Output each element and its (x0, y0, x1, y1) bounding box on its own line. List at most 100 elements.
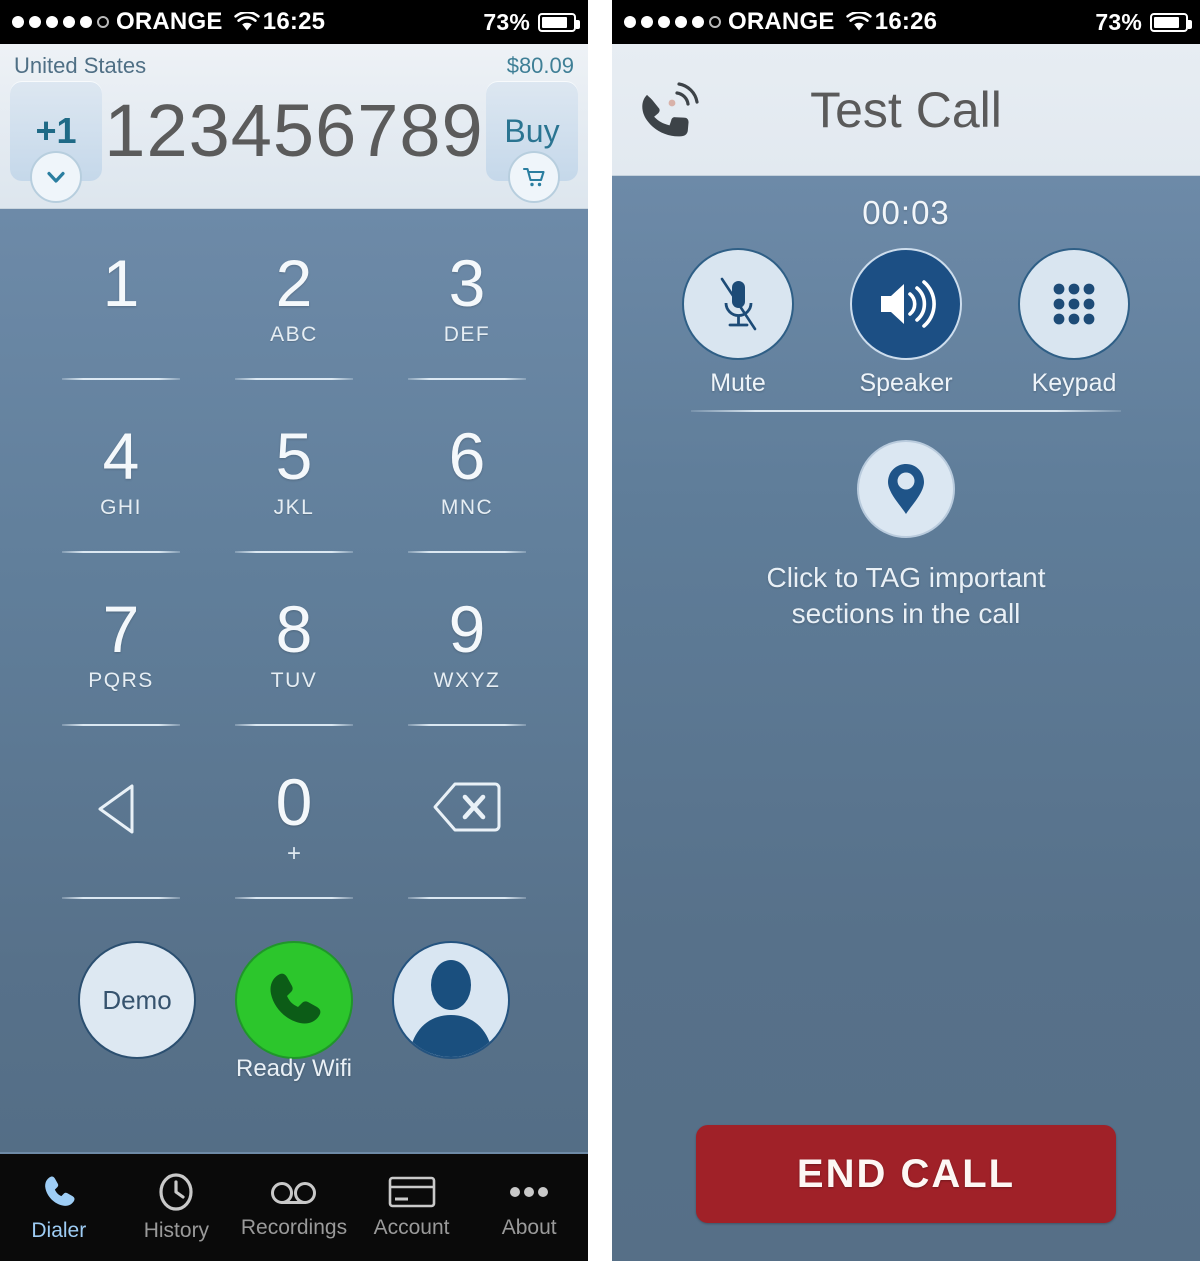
tag-button[interactable] (857, 440, 955, 538)
incall-screen: ORANGE 16:26 73% Test Call 00:03 Mute Sp… (612, 0, 1200, 1261)
phone-number-display[interactable]: 123456789 (102, 81, 486, 181)
tag-section: Click to TAG important sections in the c… (612, 440, 1200, 632)
speaker-button[interactable] (850, 248, 962, 360)
key-underline (62, 378, 180, 380)
keypad-row-2: 4 GHI 5 JKL 6 MNC (45, 410, 543, 583)
key-digit: 0 (275, 765, 313, 839)
incall-status-bar: ORANGE 16:26 73% (612, 0, 1200, 44)
country-label: United States (14, 53, 147, 78)
tab-recordings[interactable]: Recordings (235, 1154, 353, 1261)
key-6[interactable]: 6 MNC (391, 410, 543, 583)
key-letters: GHI (100, 496, 142, 519)
call-button[interactable] (235, 941, 353, 1059)
key-underline (62, 724, 180, 726)
tab-label: History (143, 1219, 210, 1242)
key-underline (235, 378, 353, 380)
key-3[interactable]: 3 DEF (391, 237, 543, 410)
key-digit: 6 (448, 419, 486, 493)
key-letters: MNC (440, 496, 494, 519)
speaker-loud-icon (875, 275, 937, 333)
keypad-control: Keypad (1018, 248, 1130, 398)
key-8[interactable]: 8 TUV (218, 583, 370, 756)
key-letters: PQRS (88, 669, 154, 692)
tag-hint-line-1: Click to TAG important (766, 562, 1046, 593)
key-0[interactable]: 0 + (218, 756, 370, 929)
status-bar-left: ORANGE (612, 8, 872, 36)
key-5[interactable]: 5 JKL (218, 410, 370, 583)
phone-handset-icon (39, 1172, 79, 1212)
key-2[interactable]: 2 ABC (218, 237, 370, 410)
control-label: Speaker (859, 369, 953, 397)
key-letters: ABC (270, 323, 318, 346)
tab-label: Dialer (31, 1219, 87, 1242)
keypad-row-4: 0 + (45, 756, 543, 929)
battery-percent: 73% (1095, 8, 1142, 35)
key-underline (235, 724, 353, 726)
key-9[interactable]: 9 WXYZ (391, 583, 543, 756)
key-4[interactable]: 4 GHI (45, 410, 197, 583)
contact-avatar-icon (394, 943, 508, 1057)
tab-label: Recordings (240, 1216, 348, 1239)
control-label: Keypad (1031, 369, 1117, 397)
key-7[interactable]: 7 PQRS (45, 583, 197, 756)
tab-dialer[interactable]: Dialer (0, 1154, 118, 1261)
backspace-icon (429, 778, 505, 836)
key-letters: WXYZ (433, 669, 501, 692)
key-digit: 8 (275, 592, 313, 666)
contacts-button[interactable] (392, 941, 510, 1059)
tag-hint-text: Click to TAG important sections in the c… (766, 560, 1045, 632)
end-call-button[interactable]: END CALL (696, 1125, 1116, 1223)
key-digit: 3 (448, 246, 486, 320)
dialer-header: United States $80.09 +1 123456789 Buy (0, 44, 588, 209)
tab-account[interactable]: Account (353, 1154, 471, 1261)
balance-label[interactable]: $80.09 (507, 53, 574, 79)
status-bar-left: ORANGE (0, 8, 260, 36)
keypad-row-3: 7 PQRS 8 TUV 9 WXYZ (45, 583, 543, 756)
phone-handset-icon (260, 966, 328, 1034)
tab-label: Account (373, 1216, 450, 1239)
signal-strength-icon (12, 16, 109, 28)
dialer-status-bar: ORANGE 16:25 73% (0, 0, 588, 44)
key-backspace[interactable] (391, 756, 543, 929)
dialer-action-row: Demo (0, 929, 588, 1059)
key-letters: DEF (443, 323, 491, 346)
controls-divider (691, 410, 1121, 412)
demo-button[interactable]: Demo (78, 941, 196, 1059)
keypad-row-1: 1 2 ABC 3 DEF (45, 237, 543, 410)
dialer-screen: ORANGE 16:25 73% United States $80.09 +1… (0, 0, 588, 1261)
demo-action: Demo (78, 941, 196, 1059)
ringing-phone-icon (630, 73, 708, 147)
screenshot-stage: ORANGE 16:25 73% United States $80.09 +1… (0, 0, 1200, 1261)
ellipsis-icon (505, 1175, 553, 1209)
dialer-header-info: United States $80.09 (0, 44, 588, 79)
keypad-grid: 1 2 ABC 3 DEF 4 GHI 5 JKL 6 MNC 7 PQRS 8… (0, 209, 588, 929)
status-bar-right: 73% (483, 9, 588, 36)
tab-label: About (501, 1216, 557, 1239)
carrier-name: ORANGE (728, 8, 835, 35)
key-letters: JKL (273, 496, 315, 519)
keypad-button[interactable] (1018, 248, 1130, 360)
key-digit: 4 (102, 419, 140, 493)
mute-button[interactable] (682, 248, 794, 360)
key-underline (408, 897, 526, 899)
key-1[interactable]: 1 (45, 237, 197, 410)
wifi-icon (845, 12, 872, 32)
key-back-arrow[interactable] (45, 756, 197, 929)
keypad-area: 1 2 ABC 3 DEF 4 GHI 5 JKL 6 MNC 7 PQRS 8… (0, 209, 588, 1218)
tag-hint-line-2: sections in the call (791, 598, 1021, 629)
contacts-action (392, 941, 510, 1059)
shopping-cart-icon[interactable] (508, 151, 560, 203)
wifi-icon (233, 12, 260, 32)
dialer-input-row: +1 123456789 Buy (0, 81, 588, 203)
incall-header: Test Call (612, 44, 1200, 176)
tab-about[interactable]: About (470, 1154, 588, 1261)
chevron-down-icon[interactable] (30, 151, 82, 203)
key-underline (235, 897, 353, 899)
call-timer: 00:03 (862, 194, 950, 231)
call-action (235, 941, 353, 1059)
tab-history[interactable]: History (118, 1154, 236, 1261)
key-underline (62, 551, 180, 553)
key-underline (235, 551, 353, 553)
speaker-control: Speaker (850, 248, 962, 398)
mute-control: Mute (682, 248, 794, 398)
